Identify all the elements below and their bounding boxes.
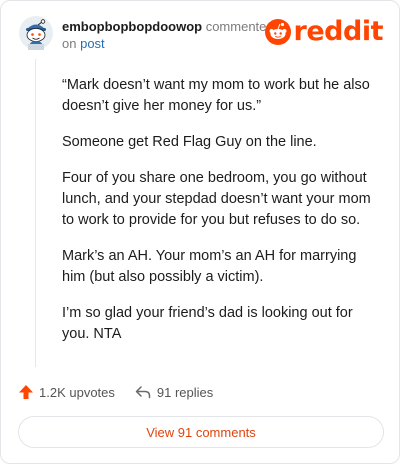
upvote-arrow-icon <box>19 385 33 399</box>
comment-card: embopbopbopdoowop commented on post redd… <box>0 0 400 464</box>
comment-body: “Mark doesn’t want my mom to work but he… <box>62 75 380 360</box>
action-text: commented <box>205 19 274 34</box>
comment-paragraph: “Mark doesn’t want my mom to work but he… <box>62 77 370 114</box>
upvote-button[interactable]: 1.2K upvotes <box>18 384 115 400</box>
reddit-logo[interactable]: reddit <box>264 16 384 47</box>
comment-header: embopbopbopdoowop commented on post <box>62 18 282 52</box>
comment-paragraph: Someone get Red Flag Guy on the line. <box>62 134 317 150</box>
reddit-wordmark: reddit <box>293 16 384 47</box>
reply-button[interactable]: 91 replies <box>135 384 213 400</box>
comment-paragraph: I’m so glad your friend’s dad is looking… <box>62 305 353 342</box>
upvote-count: 1.2K upvotes <box>39 384 115 400</box>
reply-count: 91 replies <box>156 384 214 400</box>
username[interactable]: embopbopbopdoowop <box>62 19 202 34</box>
reply-arrow-icon <box>135 386 151 399</box>
comment-footer: 1.2K upvotes 91 replies <box>18 381 213 403</box>
snoo-avatar-icon <box>19 16 53 50</box>
comment-paragraph: Four of you share one bedroom, you go wi… <box>62 170 371 228</box>
thread-line[interactable] <box>35 59 36 367</box>
avatar[interactable] <box>19 16 53 50</box>
reddit-snoo-logo-icon <box>264 19 291 45</box>
post-link[interactable]: post <box>80 36 105 51</box>
comment-paragraph: Mark’s an AH. Your mom’s an AH for marry… <box>62 248 357 285</box>
on-text: on <box>62 36 77 51</box>
view-comments-button[interactable]: View 91 comments <box>18 416 384 448</box>
